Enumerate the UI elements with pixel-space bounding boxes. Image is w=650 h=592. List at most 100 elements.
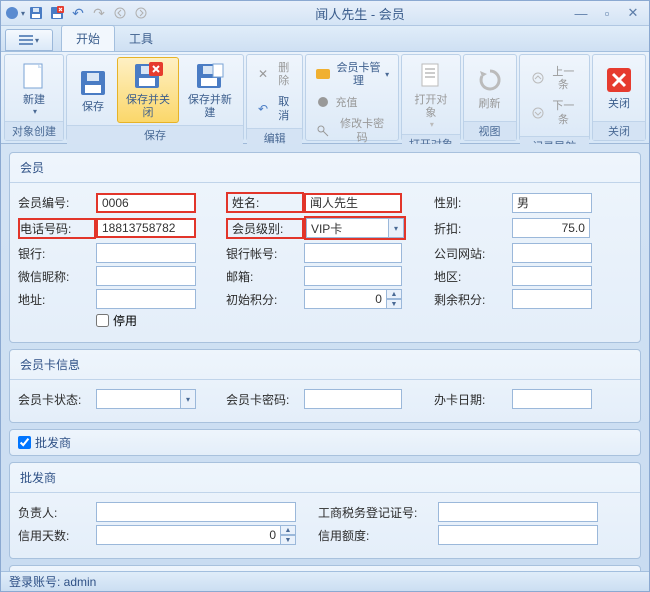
recharge-icon: [315, 94, 331, 110]
form-area: 会员 会员编号: 姓名: 性别: 电话号码: 会员级别:▾ 折扣: 银行: 银行…: [1, 144, 649, 571]
card-icon: [315, 66, 329, 82]
minimize-button[interactable]: —: [569, 4, 593, 22]
remain-pts-label: 剩余积分:: [434, 291, 512, 308]
bank-label: 银行:: [18, 245, 96, 262]
refresh-button[interactable]: 刷新: [466, 57, 514, 119]
ribbon-group-view: 刷新 视图: [463, 54, 517, 141]
close-icon: [603, 64, 635, 96]
prev-record-button[interactable]: 上一条: [524, 61, 585, 95]
address-input[interactable]: [96, 289, 196, 309]
website-input[interactable]: [512, 243, 592, 263]
change-password-button[interactable]: 修改卡密码: [308, 113, 396, 147]
card-pw-input[interactable]: [304, 389, 402, 409]
close-button[interactable]: 关闭: [595, 57, 643, 119]
address-label: 地址:: [18, 291, 96, 308]
qat-save-icon[interactable]: [26, 3, 46, 23]
member-no-input[interactable]: [96, 193, 196, 213]
qat-redo-icon[interactable]: ↷: [89, 3, 109, 23]
save-button[interactable]: 保存: [69, 57, 117, 123]
undo-icon: ↶: [256, 101, 270, 117]
dropdown-icon[interactable]: ▾: [180, 389, 196, 409]
qat-undo-icon[interactable]: ↶: [68, 3, 88, 23]
quick-access-toolbar: ▾ ↶ ↷: [5, 3, 151, 23]
wholesale-checkbox[interactable]: [18, 436, 31, 449]
tab-start[interactable]: 开始: [61, 25, 115, 51]
spinner-up-icon[interactable]: ▲: [386, 289, 402, 299]
document-icon: [415, 60, 447, 92]
down-arrow-icon: [531, 105, 545, 121]
bank-acc-label: 银行帐号:: [226, 245, 304, 262]
credit-limit-label: 信用额度:: [318, 527, 438, 544]
member-no-label: 会员编号:: [18, 194, 96, 211]
save-new-icon: [194, 60, 226, 92]
save-icon: [77, 67, 109, 99]
gender-input[interactable]: [512, 193, 592, 213]
discount-label: 折扣:: [434, 220, 512, 237]
spinner-down-icon[interactable]: ▼: [280, 535, 296, 545]
qat-next-icon[interactable]: [131, 3, 151, 23]
owner-input[interactable]: [96, 502, 296, 522]
panel-card-info: 会员卡信息 会员卡状态:▾ 会员卡密码: 办卡日期:: [9, 349, 641, 423]
close-window-button[interactable]: ✕: [621, 4, 645, 22]
phone-input[interactable]: [96, 218, 196, 238]
delete-icon: ✕: [256, 66, 270, 82]
level-dropdown-icon[interactable]: ▾: [388, 218, 404, 238]
credit-days-spinner[interactable]: ▲▼: [96, 525, 296, 545]
bank-input[interactable]: [96, 243, 196, 263]
region-input[interactable]: [512, 266, 592, 286]
save-and-new-button[interactable]: 保存并新建: [179, 57, 241, 123]
name-input[interactable]: [304, 193, 402, 213]
qat-prev-icon[interactable]: [110, 3, 130, 23]
disable-checkbox[interactable]: [96, 314, 109, 327]
email-label: 邮箱:: [226, 268, 304, 285]
card-date-input[interactable]: [512, 389, 592, 409]
card-date-label: 办卡日期:: [434, 391, 512, 408]
init-pts-input[interactable]: [304, 289, 386, 309]
app-menu-icon[interactable]: ▾: [5, 3, 25, 23]
tax-reg-input[interactable]: [438, 502, 598, 522]
bank-acc-input[interactable]: [304, 243, 402, 263]
owner-label: 负责人:: [18, 504, 96, 521]
ribbon-group-edit: ✕删除 ↶取消 编辑: [246, 54, 304, 141]
gender-label: 性别:: [434, 194, 512, 211]
qat-save-close-icon[interactable]: [47, 3, 67, 23]
panel-wholesale: 批发商 负责人: 工商税务登记证号: 信用天数: ▲▼ 信用额度:: [9, 462, 641, 559]
level-label: 会员级别:: [226, 218, 304, 239]
tax-reg-label: 工商税务登记证号:: [318, 504, 438, 521]
level-select[interactable]: [306, 218, 388, 238]
key-icon: [315, 123, 331, 139]
refresh-icon: [474, 64, 506, 96]
card-status-label: 会员卡状态:: [18, 391, 96, 408]
wechat-input[interactable]: [96, 266, 196, 286]
credit-limit-input[interactable]: [438, 525, 598, 545]
new-button[interactable]: 新建▾: [7, 57, 61, 119]
save-close-icon: [132, 60, 164, 92]
name-label: 姓名:: [226, 192, 304, 213]
status-bar: 登录账号: admin: [1, 571, 649, 591]
email-input[interactable]: [304, 266, 402, 286]
next-record-button[interactable]: 下一条: [524, 95, 585, 129]
file-menu-dropdown[interactable]: ▾: [5, 29, 53, 51]
cancel-button[interactable]: ↶取消: [249, 91, 301, 125]
maximize-button[interactable]: ▫: [595, 4, 619, 22]
spinner-up-icon[interactable]: ▲: [280, 525, 296, 535]
ribbon-group-save: 保存 保存并关闭 保存并新建 保存: [66, 54, 244, 141]
region-label: 地区:: [434, 268, 512, 285]
remain-pts-input[interactable]: [512, 289, 592, 309]
spinner-down-icon[interactable]: ▼: [386, 299, 402, 309]
save-and-close-button[interactable]: 保存并关闭: [117, 57, 179, 123]
delete-button[interactable]: ✕删除: [249, 57, 301, 91]
open-object-button[interactable]: 打开对象▾: [404, 57, 457, 132]
card-manage-button[interactable]: 会员卡管理▾: [308, 57, 396, 91]
panel-wholesale-toggle: 批发商: [9, 429, 641, 456]
recharge-button[interactable]: 充值: [308, 91, 396, 113]
tab-tools[interactable]: 工具: [115, 26, 167, 51]
wechat-label: 微信昵称:: [18, 268, 96, 285]
disable-label: 停用: [113, 312, 137, 329]
credit-days-input[interactable]: [96, 525, 280, 545]
discount-input[interactable]: [512, 218, 590, 238]
card-status-select[interactable]: [96, 389, 180, 409]
phone-label: 电话号码:: [18, 218, 96, 239]
init-pts-spinner[interactable]: ▲▼: [304, 289, 402, 309]
wholesale-label: 批发商: [35, 434, 71, 451]
